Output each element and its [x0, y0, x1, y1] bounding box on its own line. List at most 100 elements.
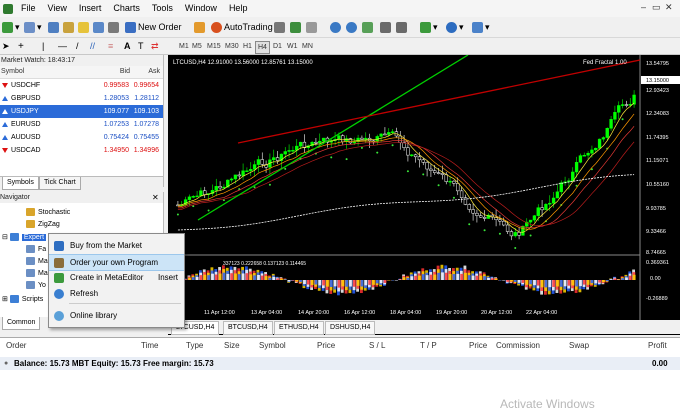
col-price[interactable]: Price: [317, 341, 335, 350]
market-watch-row[interactable]: USDCHF 0.99583 0.99654: [0, 79, 163, 92]
col-type[interactable]: Type: [186, 341, 203, 350]
col-commission[interactable]: Commission: [496, 341, 540, 350]
new-order-button[interactable]: New Order: [125, 18, 182, 36]
tf-h4[interactable]: H4: [255, 41, 270, 54]
terminal-button[interactable]: [93, 18, 106, 36]
tf-m15[interactable]: M15: [205, 41, 223, 52]
menu-insert[interactable]: Insert: [73, 0, 108, 17]
nav-item-zigzag[interactable]: ZigZag: [26, 218, 60, 230]
tab-btcusd-h4[interactable]: BTCUSD,H4: [223, 321, 273, 335]
tf-w1[interactable]: W1: [285, 41, 300, 52]
fibonacci-icon[interactable]: ≡: [108, 37, 113, 55]
periods-button[interactable]: ▾: [446, 18, 464, 36]
market-watch-row[interactable]: GBPUSD 1.28053 1.28112: [0, 92, 163, 105]
menu-item-refresh[interactable]: Refresh: [49, 286, 184, 301]
label-icon[interactable]: T: [138, 37, 144, 55]
chart-shift-button[interactable]: [396, 18, 409, 36]
menu-window[interactable]: Window: [179, 0, 223, 17]
menu-item-buy-from-market[interactable]: Buy from the Market: [49, 238, 184, 253]
market-watch-row[interactable]: EURUSD 1.07253 1.07278: [0, 118, 163, 131]
data-window-button[interactable]: [63, 18, 76, 36]
nav-item-expert-advisors[interactable]: ⊟ Expert: [2, 231, 47, 243]
freelance-icon: [54, 257, 64, 268]
menu-item-order-program[interactable]: Order your own Program: [49, 254, 184, 271]
col-symbol[interactable]: Symbol: [0, 66, 96, 78]
row-symbol: AUDUSD: [11, 134, 41, 141]
col-order[interactable]: Order: [6, 341, 26, 350]
zoom-in-button[interactable]: [330, 18, 343, 36]
menu-item-create-metaeditor[interactable]: Create in MetaEditor Insert: [49, 270, 184, 285]
market-watch-button[interactable]: [48, 18, 61, 36]
market-watch-row[interactable]: AUDUSD 0.75424 0.75455: [0, 131, 163, 144]
col-time[interactable]: Time: [141, 341, 158, 350]
close-icon[interactable]: ✕: [665, 2, 673, 13]
col-sl[interactable]: S / L: [369, 341, 385, 350]
tf-m1[interactable]: M1: [177, 41, 191, 52]
tf-m30[interactable]: M30: [223, 41, 241, 52]
minimize-icon[interactable]: –: [641, 2, 646, 12]
col-tp[interactable]: T / P: [420, 341, 437, 350]
crosshair-icon[interactable]: +: [18, 37, 24, 55]
tab-ethusd-h4[interactable]: ETHUSD,H4: [274, 321, 324, 335]
tab-dshusd-h4[interactable]: DSHUSD,H4: [325, 321, 376, 335]
market-watch-row-selected[interactable]: USDJPY 109.077 109.103: [0, 105, 163, 118]
nav-subitem[interactable]: Ma: [26, 255, 48, 267]
tester-button[interactable]: [108, 18, 121, 36]
zoom-out-button[interactable]: [346, 18, 359, 36]
tile-windows-button[interactable]: [362, 18, 375, 36]
price-chart[interactable]: LTCUSD,H4 12.91000 13.56000 12.85761 13.…: [168, 55, 680, 335]
profiles-button[interactable]: ▾: [24, 18, 42, 36]
cursor-icon[interactable]: ➤: [2, 37, 10, 55]
oscillator-bar: [253, 275, 257, 280]
oscillator-bar: [314, 280, 318, 285]
text-icon[interactable]: A: [124, 37, 131, 55]
restore-icon[interactable]: ▭: [652, 2, 661, 13]
equidistant-channel-icon[interactable]: //: [90, 37, 95, 55]
tf-m5[interactable]: M5: [190, 41, 204, 52]
horizontal-line-icon[interactable]: —: [58, 37, 67, 55]
col-profit[interactable]: Profit: [648, 341, 667, 350]
menu-view[interactable]: View: [42, 0, 73, 17]
col-close-price[interactable]: Price: [469, 341, 487, 350]
nav-item-stochastic[interactable]: Stochastic: [26, 206, 70, 218]
nav-subitem[interactable]: Fa: [26, 243, 46, 255]
arrows-icon[interactable]: ⇄: [151, 37, 159, 55]
close-icon[interactable]: ✕: [152, 193, 159, 202]
indicators-button[interactable]: ▾: [420, 18, 438, 36]
menu-item-online-library[interactable]: Online library: [49, 308, 184, 323]
col-ask[interactable]: Ask: [130, 66, 160, 78]
new-chart-button[interactable]: ▾: [2, 18, 20, 36]
nav-subitem[interactable]: Yo: [26, 279, 46, 291]
menu-charts[interactable]: Charts: [107, 0, 146, 17]
tab-symbols[interactable]: Symbols: [2, 177, 39, 190]
market-watch-row[interactable]: USDCAD 1.34950 1.34996: [0, 144, 163, 157]
bar-chart-button[interactable]: [274, 18, 287, 36]
menu-tools[interactable]: Tools: [146, 0, 179, 17]
candle-body: [275, 157, 280, 161]
refresh-icon: [54, 288, 64, 299]
menu-help[interactable]: Help: [223, 0, 254, 17]
vertical-line-icon[interactable]: |: [42, 37, 44, 55]
col-size[interactable]: Size: [224, 341, 240, 350]
col-swap[interactable]: Swap: [569, 341, 589, 350]
tf-h1[interactable]: H1: [241, 41, 254, 52]
autotrading-button[interactable]: AutoTrading: [211, 18, 273, 36]
tf-mn[interactable]: MN: [300, 41, 315, 52]
tf-d1[interactable]: D1: [271, 41, 284, 52]
navigator-button[interactable]: [78, 18, 91, 36]
tab-tick-chart[interactable]: Tick Chart: [39, 177, 81, 190]
tab-common[interactable]: Common: [2, 317, 41, 330]
candlestick-button[interactable]: [290, 18, 303, 36]
row-ask: 1.28112: [134, 95, 159, 102]
templates-button[interactable]: ▾: [472, 18, 490, 36]
col-bid[interactable]: Bid: [96, 66, 130, 78]
metaeditor-button[interactable]: [194, 18, 207, 36]
nav-subitem[interactable]: Ma: [26, 267, 48, 279]
menu-file[interactable]: File: [15, 0, 42, 17]
trendline-icon[interactable]: /: [76, 37, 79, 55]
nav-item-scripts[interactable]: ⊞ Scripts: [2, 293, 43, 305]
line-chart-button[interactable]: [306, 18, 319, 36]
auto-scroll-button[interactable]: [380, 18, 393, 36]
nav-item-label: Expert: [21, 233, 47, 241]
col-symbol[interactable]: Symbol: [259, 341, 286, 350]
